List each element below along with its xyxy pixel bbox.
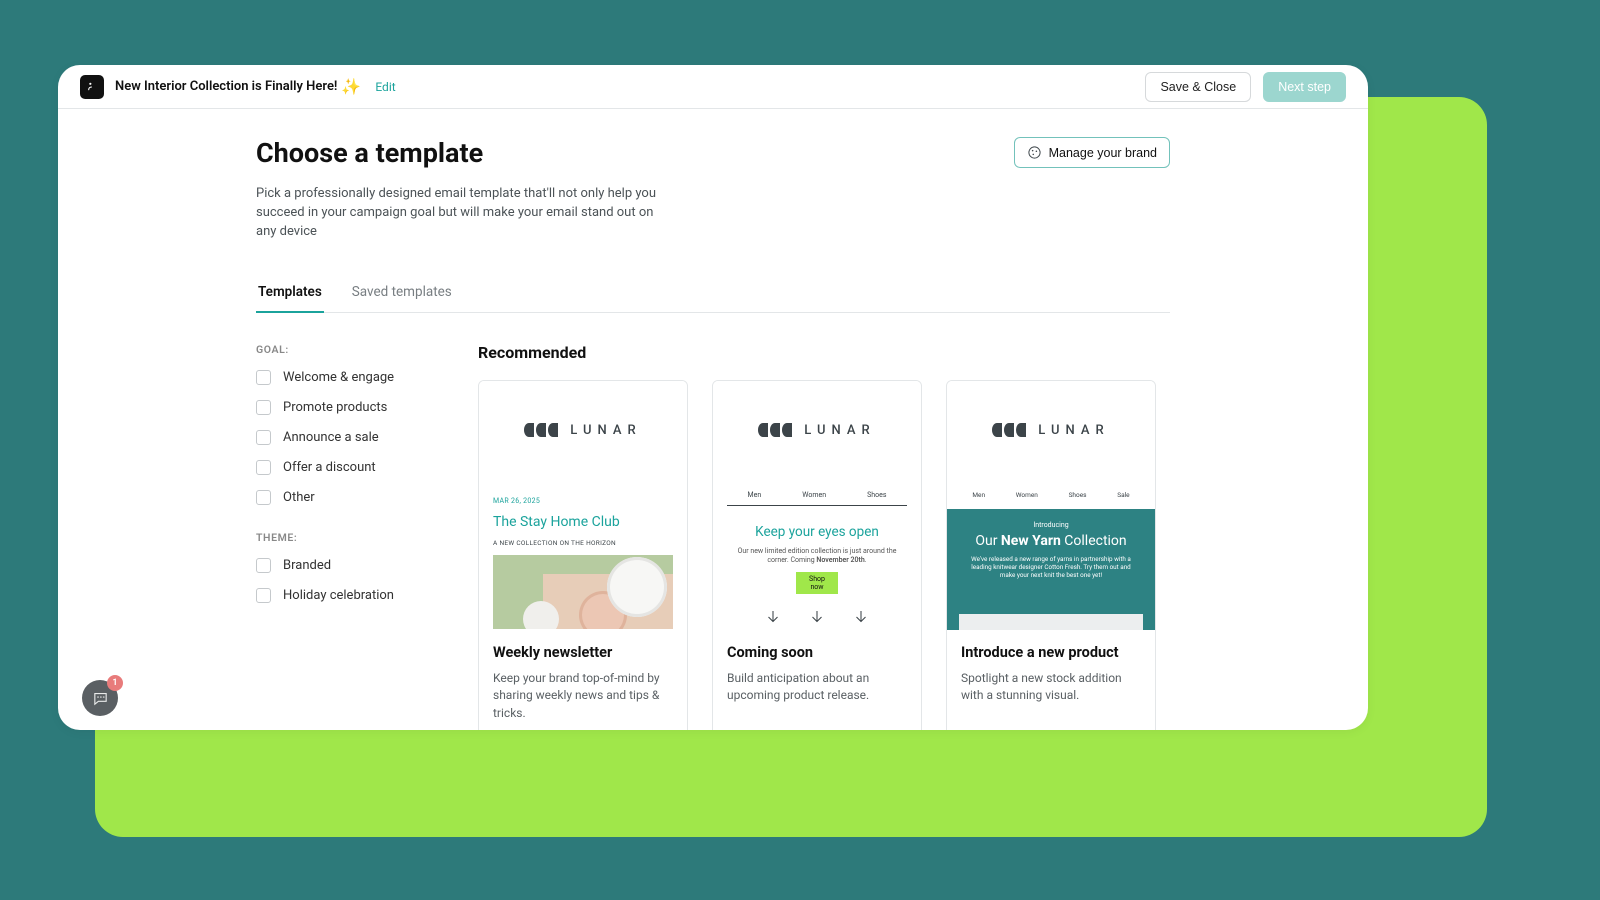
app-window: New Interior Collection is Finally Here!… — [58, 65, 1368, 730]
tabs: Templates Saved templates — [256, 278, 1170, 313]
template-card-title: Coming soon — [727, 644, 907, 661]
filter-theme-branded[interactable]: Branded — [256, 558, 426, 573]
manage-brand-label: Manage your brand — [1049, 146, 1157, 160]
preview-subtext: We've released a new range of yarns in p… — [965, 555, 1137, 580]
checkbox-icon[interactable] — [256, 430, 271, 445]
preview-hero: Introducing Our New Yarn Collection We'v… — [947, 509, 1155, 630]
chat-button[interactable]: 1 — [82, 680, 118, 716]
checkbox-icon[interactable] — [256, 588, 271, 603]
template-card-title: Weekly newsletter — [493, 644, 673, 661]
checkbox-icon[interactable] — [256, 490, 271, 505]
filter-goal-announce[interactable]: Announce a sale — [256, 430, 426, 445]
next-step-button[interactable]: Next step — [1263, 72, 1346, 102]
template-card-desc: Spotlight a new stock addition with a st… — [961, 670, 1141, 706]
edit-link[interactable]: Edit — [375, 80, 395, 94]
preview-image — [959, 614, 1143, 630]
preview-subhead: A NEW COLLECTION ON THE HORIZON — [493, 539, 673, 547]
preview-nav: Men Women Shoes — [727, 491, 907, 506]
chat-icon — [92, 690, 109, 707]
template-card-weekly-newsletter[interactable]: LUNAR MAR 26, 2025 The Stay Home Club A … — [478, 380, 688, 730]
filter-goal-heading: GOAL: — [256, 343, 426, 356]
checkbox-icon[interactable] — [256, 558, 271, 573]
template-card-desc: Build anticipation about an upcoming pro… — [727, 670, 907, 706]
page-title: Choose a template — [256, 137, 656, 169]
palette-icon — [1027, 145, 1042, 160]
preview-headline: Our New Yarn Collection — [957, 533, 1145, 549]
filter-goal-other[interactable]: Other — [256, 490, 426, 505]
filter-goal-discount[interactable]: Offer a discount — [256, 460, 426, 475]
filter-goal-promote[interactable]: Promote products — [256, 400, 426, 415]
checkbox-icon[interactable] — [256, 370, 271, 385]
lunar-mark-icon — [758, 423, 792, 437]
brand-name: LUNAR — [1038, 423, 1109, 438]
template-preview: LUNAR MAR 26, 2025 The Stay Home Club A … — [479, 381, 687, 630]
brand-name: LUNAR — [804, 423, 875, 438]
templates-main: Recommended LUNAR MAR 26, 2025 The Stay … — [478, 343, 1170, 730]
brand-name: LUNAR — [570, 423, 641, 438]
save-close-button[interactable]: Save & Close — [1145, 72, 1251, 102]
campaign-title: New Interior Collection is Finally Here! — [115, 79, 337, 94]
checkbox-icon[interactable] — [256, 400, 271, 415]
preview-subtext: Our new limited edition collection is ju… — [737, 547, 897, 566]
preview-cta: Shop now — [796, 572, 838, 594]
arrow-down-icons — [713, 608, 921, 626]
template-card-desc: Keep your brand top-of-mind by sharing w… — [493, 670, 673, 723]
sparkle-icon: ✨ — [341, 77, 361, 96]
tab-templates[interactable]: Templates — [256, 278, 324, 313]
template-card-introduce-product[interactable]: LUNAR Men Women Shoes Sale Introducing — [946, 380, 1156, 730]
app-logo-icon — [80, 75, 104, 99]
page-description: Pick a professionally designed email tem… — [256, 185, 656, 242]
chat-badge: 1 — [107, 675, 123, 691]
filter-theme-holiday[interactable]: Holiday celebration — [256, 588, 426, 603]
template-preview: LUNAR Men Women Shoes Sale Introducing — [947, 381, 1155, 630]
preview-headline: Keep your eyes open — [713, 524, 921, 540]
checkbox-icon[interactable] — [256, 460, 271, 475]
content-area: Choose a template Pick a professionally … — [58, 109, 1368, 730]
preview-nav: Men Women Shoes Sale — [957, 491, 1145, 503]
preview-image — [493, 555, 673, 629]
template-card-coming-soon[interactable]: LUNAR Men Women Shoes Keep your eyes ope… — [712, 380, 922, 730]
lunar-mark-icon — [524, 423, 558, 437]
recommended-heading: Recommended — [478, 343, 1170, 362]
preview-headline: The Stay Home Club — [493, 514, 673, 530]
preview-date: MAR 26, 2025 — [493, 497, 673, 505]
filter-goal-welcome[interactable]: Welcome & engage — [256, 370, 426, 385]
template-cards: LUNAR MAR 26, 2025 The Stay Home Club A … — [478, 380, 1170, 730]
topbar: New Interior Collection is Finally Here!… — [58, 65, 1368, 109]
template-card-title: Introduce a new product — [961, 644, 1141, 661]
template-preview: LUNAR Men Women Shoes Keep your eyes ope… — [713, 381, 921, 630]
tab-saved-templates[interactable]: Saved templates — [350, 278, 454, 312]
filter-theme-heading: THEME: — [256, 531, 426, 544]
lunar-mark-icon — [992, 423, 1026, 437]
filters-sidebar: GOAL: Welcome & engage Promote products … — [256, 343, 426, 730]
manage-brand-button[interactable]: Manage your brand — [1014, 137, 1170, 168]
